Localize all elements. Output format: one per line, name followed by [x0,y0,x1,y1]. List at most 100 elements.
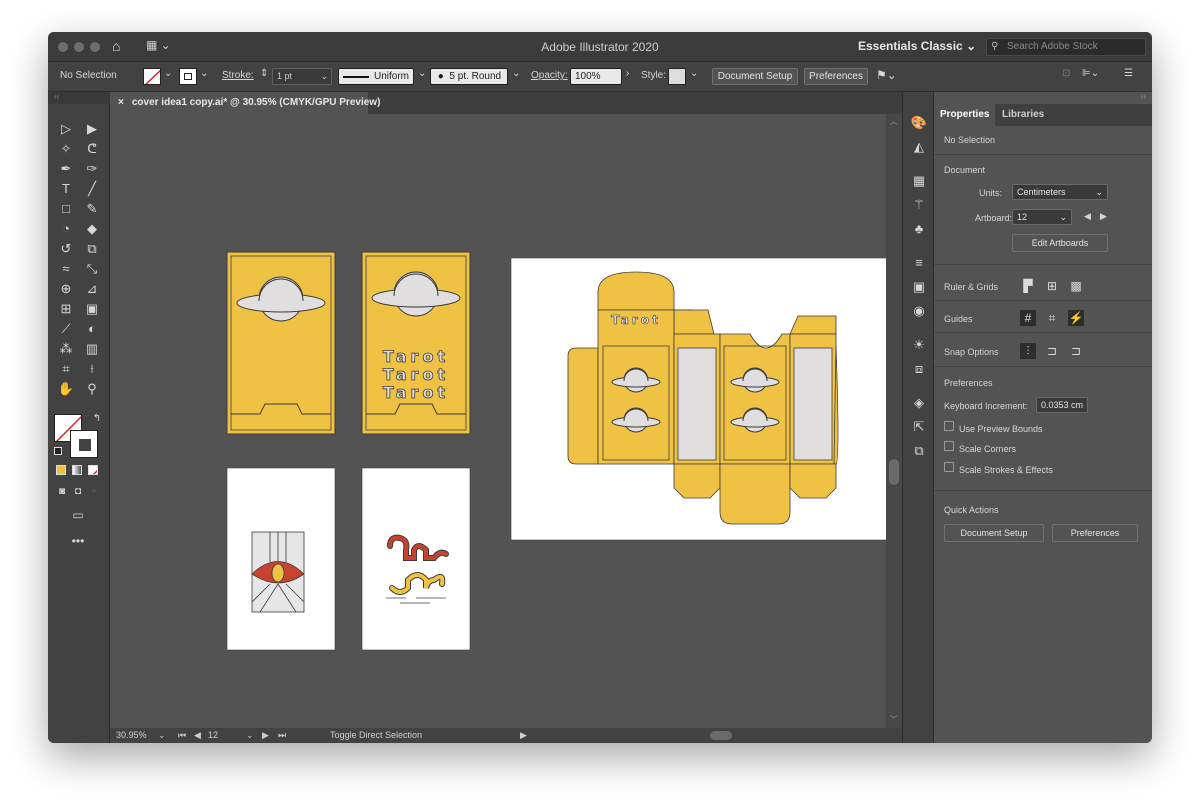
show-guides-icon[interactable]: # [1020,310,1036,326]
snap-to-glyph-icon[interactable]: ⊐ [1068,343,1084,359]
slice-tool-icon[interactable]: ⟊ [83,360,101,378]
paintbrush-tool-icon[interactable]: ✎ [83,200,101,218]
brushes-icon[interactable]: ⚚ [910,196,928,214]
rectangle-tool-icon[interactable]: □ [57,200,75,218]
curvature-tool-icon[interactable]: ✑ [83,160,101,178]
eraser-tool-icon[interactable]: ◆ [83,220,101,238]
scale-corners-checkbox[interactable] [944,441,954,451]
transparency-grid-icon[interactable]: ▩ [1068,278,1084,294]
graphic-styles-icon[interactable]: ⧈ [910,360,928,378]
edit-toolbar-icon[interactable]: ••• [69,532,87,550]
gradient-panel-icon[interactable]: ▣ [910,278,928,296]
direct-selection-tool-icon[interactable]: ▶ [83,120,101,138]
use-preview-bounds-checkbox[interactable] [944,421,954,431]
layers-icon[interactable]: ◈ [910,394,928,412]
line-tool-icon[interactable]: ╱ [83,180,101,198]
stroke-panel-icon[interactable]: ≡ [910,254,928,272]
type-tool-icon[interactable]: T [57,180,75,198]
opacity-arrow-icon[interactable]: › [626,68,629,79]
minimize-window-button[interactable] [74,42,84,52]
keyboard-increment-field[interactable]: 0.0353 cm [1036,397,1088,413]
color-guide-icon[interactable]: ◭ [910,138,928,156]
magic-wand-tool-icon[interactable]: ✧ [57,140,75,158]
panel-collapse-icon[interactable]: ›› [1141,92,1146,101]
status-menu-icon[interactable]: ▶ [520,730,527,741]
artboard-box-dieline[interactable]: Tarot [510,257,886,541]
stroke-dropdown-icon[interactable]: ⌄ [200,68,208,79]
style-dropdown-icon[interactable]: ⌄ [690,68,698,79]
workspace-switcher[interactable]: Essentials Classic ⌄ [858,39,976,53]
stroke-stepper-icon[interactable]: ⇕ [260,68,268,79]
grid-icon[interactable]: ⊞ [1044,278,1060,294]
smart-guides-icon[interactable]: ⚡ [1068,310,1084,326]
graph-tool-icon[interactable]: ▥ [83,340,101,358]
gradient-mode-icon[interactable] [72,465,82,475]
stroke-color-icon[interactable] [70,430,98,458]
tools-collapse-icon[interactable]: ‹‹ [48,92,110,104]
ruler-icon[interactable]: ▛ [1020,278,1036,294]
brush-dropdown-icon[interactable]: ⌄ [512,68,520,79]
panel-menu-icon[interactable]: ☰ [1124,68,1133,79]
width-tool-icon[interactable]: ≈ [57,260,75,278]
lasso-tool-icon[interactable]: ᕦ [83,140,101,158]
close-window-button[interactable] [58,42,68,52]
lock-guides-icon[interactable]: ⌗ [1044,310,1060,326]
artboard-card-serpent[interactable] [361,467,471,651]
perspective-grid-tool-icon[interactable]: ⊿ [83,280,101,298]
transparency-icon[interactable]: ◉ [910,302,928,320]
none-mode-icon[interactable] [88,465,98,475]
next-artboard-arrow-icon[interactable]: ▶ [1100,211,1107,222]
document-setup-button[interactable]: Document Setup [712,68,798,85]
arrange-documents-icon[interactable]: ▦ ⌄ [146,38,171,52]
align-icon[interactable]: ⊡ [1062,68,1070,79]
transform-icon[interactable]: ⚑⌄ [876,68,897,82]
zoom-tool-icon[interactable]: ⚲ [83,380,101,398]
artboard-number-field[interactable]: 12 [208,730,218,740]
next-artboard-icon[interactable]: ▶ [262,730,269,741]
artboard-card-back-1[interactable] [226,251,336,435]
artboard-dropdown-icon[interactable]: ⌄ [246,730,254,741]
rotate-tool-icon[interactable]: ↺ [57,240,75,258]
units-dropdown[interactable]: Centimeters ⌄ [1012,184,1108,200]
color-mode-icon[interactable] [56,465,66,475]
swap-colors-icon[interactable]: ↰ [88,410,106,428]
close-tab-icon[interactable]: × [118,97,124,108]
stroke-swatch[interactable] [179,68,197,85]
artboards-panel-icon[interactable]: ⧉ [910,442,928,460]
zoom-dropdown-icon[interactable]: ⌄ [158,730,166,741]
artboard-card-back-2[interactable]: Tarot Tarot Tarot [361,251,471,435]
stroke-label[interactable]: Stroke: [222,70,254,81]
eyedropper-tool-icon[interactable]: ⟋ [57,320,75,338]
fill-dropdown-icon[interactable]: ⌄ [164,68,172,79]
fill-swatch[interactable] [143,68,161,85]
mesh-tool-icon[interactable]: ⊞ [57,300,75,318]
screen-mode-icon[interactable]: ▭ [69,506,87,524]
profile-dropdown-icon[interactable]: ⌄ [418,68,426,79]
snap-to-pixel-icon[interactable]: ⊐ [1044,343,1060,359]
last-artboard-icon[interactable]: ⏭ [278,730,286,741]
opacity-field[interactable]: 100% [570,68,622,85]
appearance-icon[interactable]: ☀ [910,336,928,354]
blend-tool-icon[interactable]: ◐ [83,320,101,338]
brush-definition[interactable]: ● 5 pt. Round [430,68,508,85]
shaper-tool-icon[interactable]: ◔ [57,220,75,238]
previous-artboard-icon[interactable]: ◀ [194,730,201,741]
scale-strokes-checkbox[interactable] [944,462,954,472]
default-colors-icon[interactable] [54,447,62,455]
scroll-down-icon[interactable]: ﹀ [890,714,898,725]
artboard-dropdown[interactable]: 12 ⌄ [1012,209,1072,225]
shape-builder-tool-icon[interactable]: ⊕ [57,280,75,298]
distribute-icon[interactable]: ⊫⌄ [1082,68,1099,79]
artboard-tool-icon[interactable]: ⌗ [57,360,75,378]
variable-width-profile[interactable]: Uniform [338,68,414,85]
vertical-scrollbar[interactable]: ︿ ﹀ [886,114,902,728]
quick-document-setup-button[interactable]: Document Setup [944,524,1044,542]
horizontal-scroll-thumb[interactable] [710,731,732,740]
search-stock-input[interactable]: ⚲ Search Adobe Stock [986,38,1146,56]
gradient-tool-icon[interactable]: ▣ [83,300,101,318]
tab-properties[interactable]: Properties [934,104,996,126]
zoom-level-field[interactable]: 30.95% [116,730,147,740]
color-panel-icon[interactable]: 🎨 [910,114,928,132]
home-icon[interactable]: ⌂ [112,38,120,54]
zoom-window-button[interactable] [90,42,100,52]
